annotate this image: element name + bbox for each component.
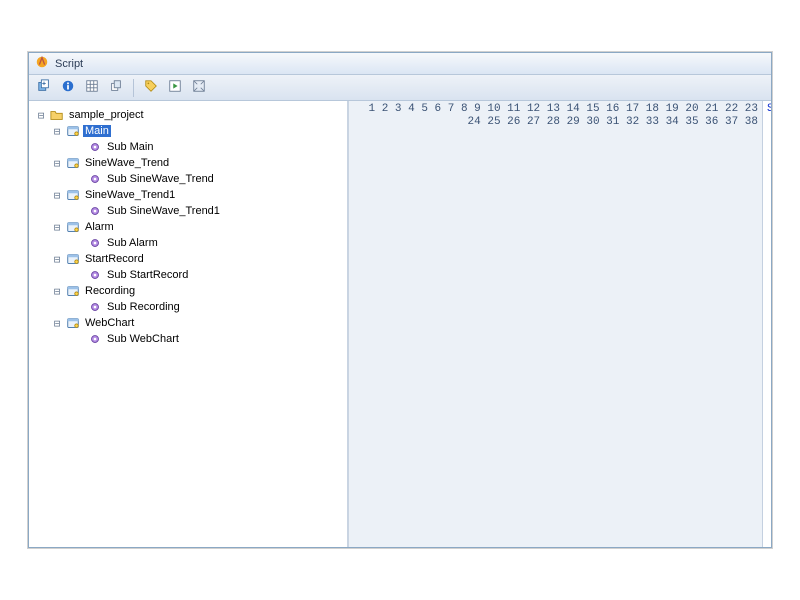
tree-label: sample_project bbox=[67, 109, 146, 121]
split-pane: ⊟ sample_project ⊟ Main Sub Main ⊟ SineWave_Tr… bbox=[29, 101, 771, 547]
tree-label: Sub SineWave_Trend1 bbox=[105, 205, 222, 217]
tree-module-item[interactable]: ⊟ SineWave_Trend bbox=[33, 155, 343, 171]
sub-icon bbox=[87, 268, 103, 282]
tree-label: Alarm bbox=[83, 221, 116, 233]
tree-label: Sub Recording bbox=[105, 301, 182, 313]
grid-icon bbox=[85, 79, 99, 96]
tree-sub-item[interactable]: Sub SineWave_Trend1 bbox=[33, 203, 343, 219]
sub-icon bbox=[87, 172, 103, 186]
tree-module-item[interactable]: ⊟ Recording bbox=[33, 283, 343, 299]
tree-sub-item[interactable]: Sub StartRecord bbox=[33, 267, 343, 283]
module-icon bbox=[65, 316, 81, 330]
tree-label: Recording bbox=[83, 285, 137, 297]
tree-label: Sub StartRecord bbox=[105, 269, 190, 281]
info-button[interactable] bbox=[57, 78, 79, 98]
module-icon bbox=[65, 188, 81, 202]
tag-button[interactable] bbox=[140, 78, 162, 98]
tree-label: Sub WebChart bbox=[105, 333, 181, 345]
toolbar bbox=[29, 75, 771, 101]
window-title: Script bbox=[55, 58, 83, 70]
tree-toggle[interactable]: ⊟ bbox=[35, 109, 47, 122]
line-gutter: 1 2 3 4 5 6 7 8 9 10 11 12 13 14 15 16 1… bbox=[349, 101, 763, 547]
info-icon bbox=[61, 79, 75, 96]
tree-module-item[interactable]: ⊟ StartRecord bbox=[33, 251, 343, 267]
copy-button[interactable] bbox=[105, 78, 127, 98]
tree-toggle[interactable]: ⊟ bbox=[51, 189, 63, 202]
fullscreen-button[interactable] bbox=[188, 78, 210, 98]
tree-label: StartRecord bbox=[83, 253, 146, 265]
tree-toggle[interactable]: ⊟ bbox=[51, 285, 63, 298]
script-window: Script ⊟ sample_project ⊟ Main Sub Main ⊟ Sine… bbox=[28, 52, 772, 548]
folder-icon bbox=[49, 108, 65, 122]
code-pane: 1 2 3 4 5 6 7 8 9 10 11 12 13 14 15 16 1… bbox=[349, 101, 771, 547]
tree-label: Sub SineWave_Trend bbox=[105, 173, 216, 185]
module-icon bbox=[65, 156, 81, 170]
copy-icon bbox=[109, 79, 123, 96]
tree-toggle[interactable]: ⊟ bbox=[51, 125, 63, 138]
sub-icon bbox=[87, 236, 103, 250]
tree-sub-item[interactable]: Sub Alarm bbox=[33, 235, 343, 251]
tree-module-item[interactable]: ⊟ SineWave_Trend1 bbox=[33, 187, 343, 203]
new-script-button[interactable] bbox=[33, 78, 55, 98]
sub-icon bbox=[87, 332, 103, 346]
module-icon bbox=[65, 252, 81, 266]
run-button[interactable] bbox=[164, 78, 186, 98]
app-icon bbox=[35, 55, 49, 72]
tree-module-item[interactable]: ⊟ sample_project bbox=[33, 107, 343, 123]
tree-toggle[interactable]: ⊟ bbox=[51, 253, 63, 266]
sub-icon bbox=[87, 204, 103, 218]
expand-icon bbox=[192, 79, 206, 96]
module-icon bbox=[65, 284, 81, 298]
calendar-button[interactable] bbox=[81, 78, 103, 98]
tree-sub-item[interactable]: Sub Main bbox=[33, 139, 343, 155]
copyplus-icon bbox=[37, 79, 51, 96]
module-icon bbox=[65, 220, 81, 234]
tree-sub-item[interactable]: Sub WebChart bbox=[33, 331, 343, 347]
toolbar-divider bbox=[133, 79, 134, 97]
tree-toggle[interactable]: ⊟ bbox=[51, 221, 63, 234]
titlebar: Script bbox=[29, 53, 771, 75]
sub-icon bbox=[87, 140, 103, 154]
tag-icon bbox=[144, 79, 158, 96]
tree-label: SineWave_Trend1 bbox=[83, 189, 177, 201]
play-icon bbox=[168, 79, 182, 96]
tree-sub-item[interactable]: Sub Recording bbox=[33, 299, 343, 315]
tree-toggle[interactable]: ⊟ bbox=[51, 317, 63, 330]
sub-icon bbox=[87, 300, 103, 314]
tree-module-item[interactable]: ⊟ Main bbox=[33, 123, 343, 139]
code-editor[interactable]: SubMain() Sleep(100) Runscript("SineWave… bbox=[763, 101, 771, 547]
tree-module-item[interactable]: ⊟ WebChart bbox=[33, 315, 343, 331]
tree-label: Sub Main bbox=[105, 141, 155, 153]
tree-pane[interactable]: ⊟ sample_project ⊟ Main Sub Main ⊟ SineWave_Tr… bbox=[29, 101, 349, 547]
tree-label: Main bbox=[83, 125, 111, 137]
tree-label: WebChart bbox=[83, 317, 136, 329]
tree-toggle[interactable]: ⊟ bbox=[51, 157, 63, 170]
tree-label: SineWave_Trend bbox=[83, 157, 171, 169]
tree-label: Sub Alarm bbox=[105, 237, 160, 249]
module-icon bbox=[65, 124, 81, 138]
tree-sub-item[interactable]: Sub SineWave_Trend bbox=[33, 171, 343, 187]
tree-module-item[interactable]: ⊟ Alarm bbox=[33, 219, 343, 235]
